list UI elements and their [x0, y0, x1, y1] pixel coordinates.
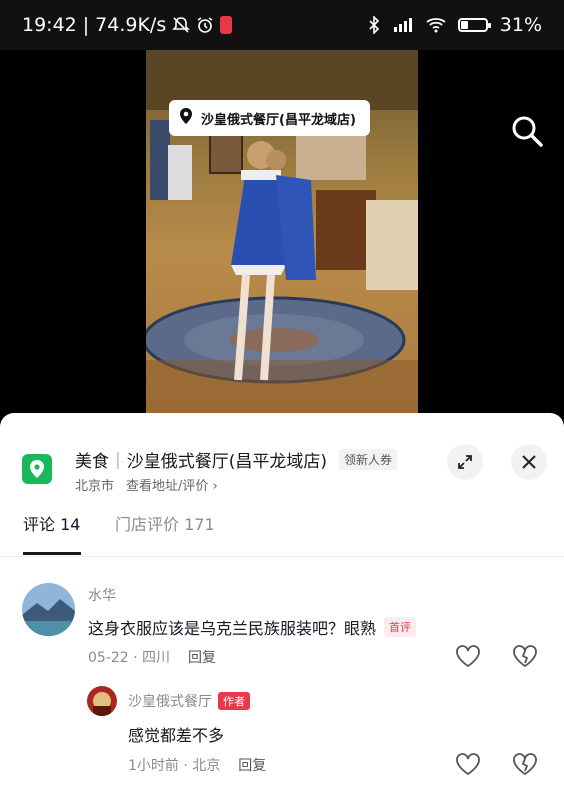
bell-muted-icon: [172, 16, 191, 34]
close-icon: [522, 455, 536, 469]
alarm-icon: [196, 16, 214, 34]
broken-heart-icon: [513, 753, 537, 776]
comment-item: 水华 这身衣服应该是乌克兰民族服装吧？眼熟 首评 05-22 · 四川 回复: [0, 578, 564, 678]
tab-store-reviews[interactable]: 门店评价 171: [115, 511, 215, 535]
reply-button[interactable]: 回复: [238, 755, 266, 775]
reply-username[interactable]: 沙皇俄式餐厅: [128, 691, 212, 711]
shop-city: 北京市: [75, 479, 115, 494]
reply-text: 感觉都差不多: [128, 722, 224, 746]
video-player[interactable]: 沙皇俄式餐厅(昌平龙域店): [0, 50, 564, 415]
location-label: 沙皇俄式餐厅(昌平龙域店): [201, 112, 356, 128]
reply-meta: 1小时前 · 北京 回复: [128, 755, 266, 775]
location-tag[interactable]: 沙皇俄式餐厅(昌平龙域店): [169, 100, 370, 136]
clock: 19:42: [22, 14, 77, 36]
bluetooth-icon: [368, 16, 380, 34]
comment-meta: 05-22 · 四川 回复: [88, 647, 216, 667]
comment-region: 四川: [142, 650, 171, 666]
dislike-button[interactable]: [512, 752, 538, 776]
title-separator: |: [115, 449, 121, 470]
comment-text: 这身衣服应该是乌克兰民族服装吧？眼熟 首评: [88, 615, 417, 639]
shop-name: 沙皇俄式餐厅(昌平龙域店): [126, 452, 327, 472]
app-notification-icon: [220, 16, 233, 34]
search-icon: [512, 116, 543, 147]
avatar[interactable]: [22, 583, 75, 636]
heart-icon: [456, 645, 480, 668]
avatar-image: [22, 583, 75, 636]
tab-underline: [23, 552, 81, 555]
like-button[interactable]: [455, 644, 481, 668]
first-comment-badge: 首评: [384, 617, 417, 637]
shop-location-icon: [22, 454, 52, 484]
comment-date-region: 05-22 · 四川: [88, 650, 171, 666]
network-speed: 74.9K/s: [95, 14, 167, 36]
search-button[interactable]: [510, 114, 544, 148]
location-pin-icon: [179, 107, 193, 129]
reply-date-region: 1小时前 · 北京: [128, 758, 221, 774]
reply-username-row: 沙皇俄式餐厅 作者: [128, 691, 250, 711]
heart-icon: [456, 753, 480, 776]
shop-category: 美食: [75, 452, 109, 472]
address-link-label: 查看地址/评价: [126, 479, 209, 494]
tab-bar: 评论 14 门店评价 171: [0, 505, 564, 557]
like-button[interactable]: [455, 752, 481, 776]
reply-region: 北京: [192, 758, 221, 774]
close-button[interactable]: [511, 444, 547, 480]
shop-subtitle: 北京市 查看地址/评价 ›: [75, 475, 218, 494]
dislike-button[interactable]: [512, 644, 538, 668]
expand-icon: [458, 455, 472, 469]
tab-comments[interactable]: 评论 14: [23, 511, 80, 535]
comment-sheet: 美食 | 沙皇俄式餐厅(昌平龙域店) 领新人券 北京市 查看地址/评价 › 评论…: [0, 413, 564, 800]
shop-header[interactable]: 美食 | 沙皇俄式餐厅(昌平龙域店) 领新人券 北京市 查看地址/评价 ›: [0, 427, 564, 497]
reply-date: 1小时前: [128, 758, 179, 774]
reply-item: 沙皇俄式餐厅 作者 感觉都差不多 1小时前 · 北京 回复: [0, 683, 564, 793]
comment-body: 这身衣服应该是乌克兰民族服装吧？眼熟: [88, 619, 377, 638]
shop-title[interactable]: 美食 | 沙皇俄式餐厅(昌平龙域店) 领新人券: [75, 447, 398, 472]
reply-body: 感觉都差不多: [128, 726, 225, 745]
status-right: 31%: [368, 14, 542, 36]
author-avatar-image: [87, 686, 117, 716]
battery-icon: [457, 18, 491, 32]
signal-icon: [392, 17, 414, 33]
broken-heart-icon: [513, 645, 537, 668]
status-left: 19:42 | 74.9K/s: [22, 14, 233, 36]
address-link[interactable]: 查看地址/评价 ›: [126, 475, 218, 494]
battery-fill: [460, 21, 469, 29]
status-bar: 19:42 | 74.9K/s 31%: [0, 0, 564, 50]
comment-date: 05-22: [88, 650, 129, 666]
author-avatar[interactable]: [87, 686, 117, 716]
coupon-badge[interactable]: 领新人券: [339, 449, 398, 470]
expand-button[interactable]: [447, 444, 483, 480]
reply-button[interactable]: 回复: [188, 647, 216, 667]
battery-percent: 31%: [499, 14, 542, 36]
status-divider: |: [82, 14, 90, 36]
author-badge: 作者: [218, 692, 250, 710]
comment-username[interactable]: 水华: [88, 585, 116, 605]
wifi-icon: [426, 17, 446, 33]
